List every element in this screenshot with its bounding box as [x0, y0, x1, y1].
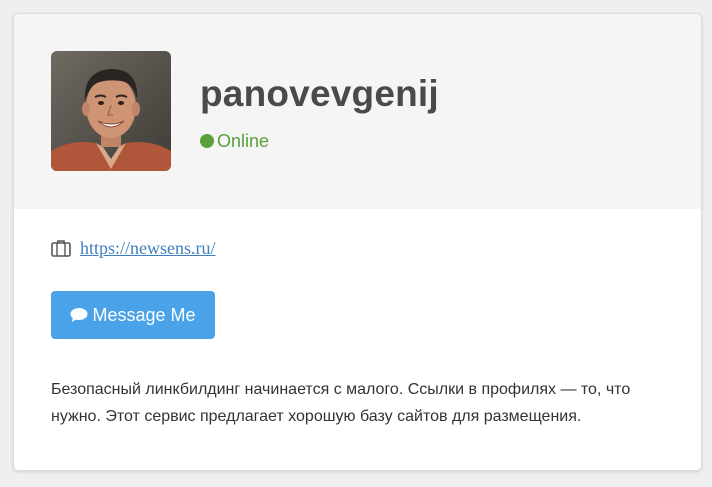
status-indicator: Online	[200, 130, 269, 152]
message-me-button[interactable]: Message Me	[51, 291, 215, 339]
status-text: Online	[217, 131, 270, 151]
profile-header: panovevgenij Online	[14, 14, 701, 209]
profile-card: panovevgenij Online https://newsens.ru/ …	[13, 13, 702, 471]
username: panovevgenij	[200, 73, 439, 114]
avatar	[51, 51, 171, 171]
website-row: https://newsens.ru/	[51, 237, 216, 259]
briefcase-icon	[51, 239, 71, 257]
online-dot-icon	[200, 134, 214, 148]
chat-bubble-icon	[70, 307, 88, 323]
bio-text: Безопасный линкбилдинг начинается с мало…	[51, 381, 631, 425]
message-button-label: Message Me	[92, 304, 196, 325]
website-link[interactable]: https://newsens.ru/	[80, 237, 216, 259]
avatar-photo	[51, 51, 171, 171]
